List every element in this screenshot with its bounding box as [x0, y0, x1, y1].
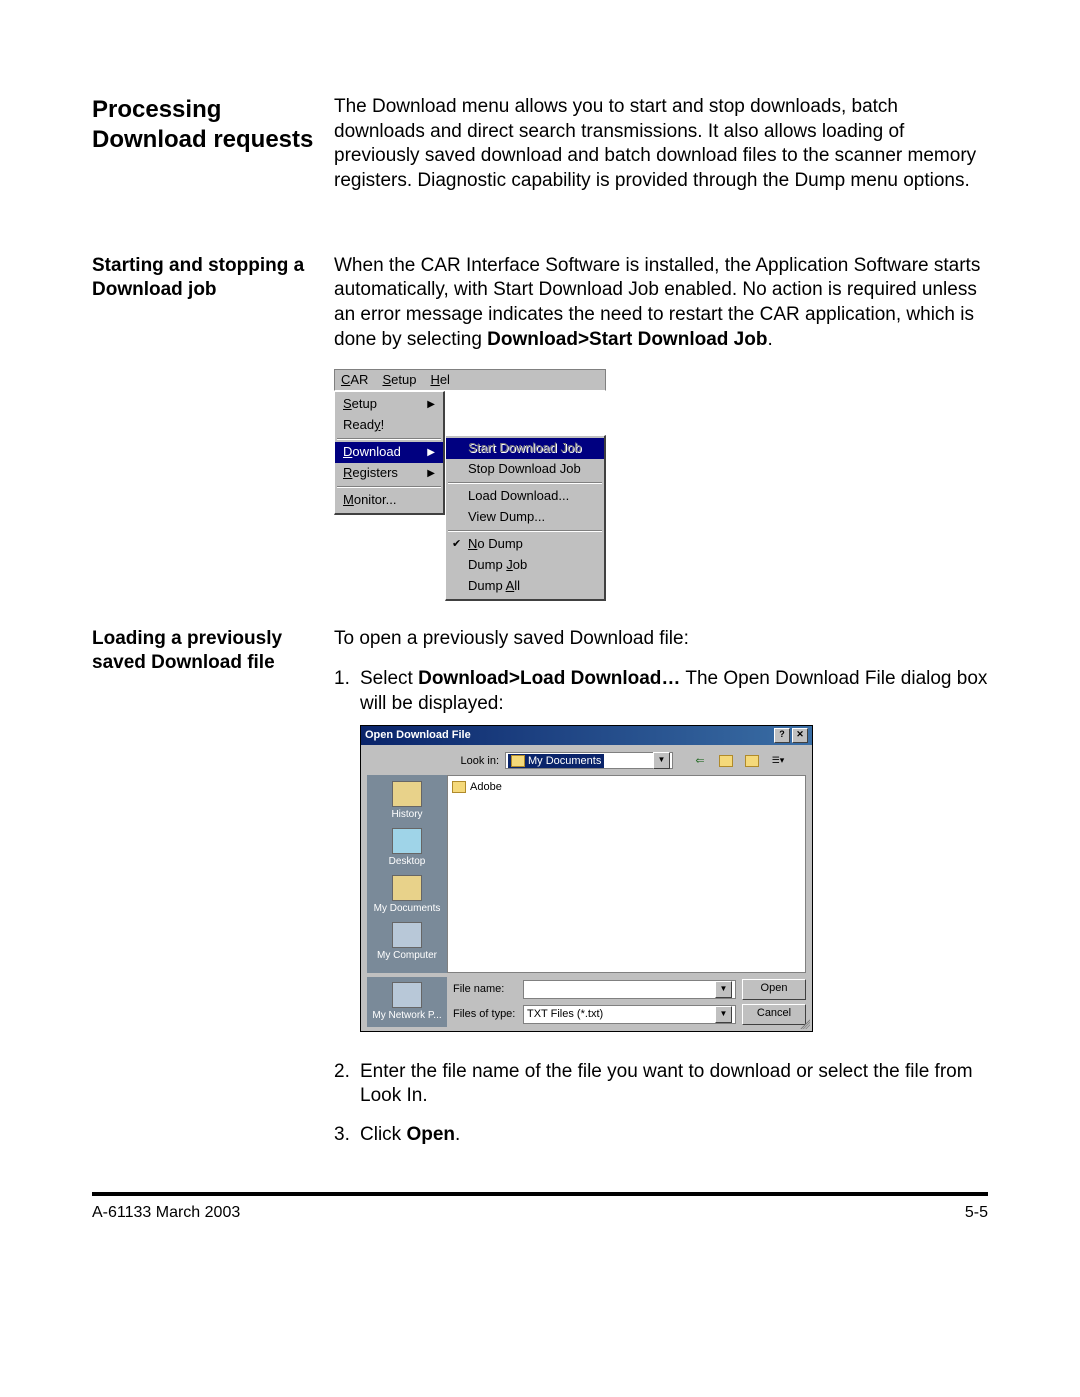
- menu-main: Setup▶ Ready! Download▶ Registers▶ Monit…: [334, 391, 445, 514]
- para-processing: The Download menu allows you to start an…: [334, 95, 988, 194]
- resize-grip-icon[interactable]: [798, 1017, 810, 1029]
- heading-load-file: Loading a previously saved Download file: [92, 627, 322, 676]
- step-3-text: Click Open.: [360, 1123, 988, 1148]
- place-desktop[interactable]: Desktop: [371, 826, 443, 871]
- step-1-num: 1.: [334, 667, 360, 1045]
- dialog-title: Open Download File: [365, 728, 471, 742]
- submenu-dump-all[interactable]: Dump All: [446, 576, 604, 597]
- menubar-car[interactable]: CAR: [341, 372, 368, 389]
- lookin-label: Look in:: [449, 754, 499, 768]
- menu-item-download[interactable]: Download▶: [335, 442, 443, 463]
- footer-rule: [92, 1192, 988, 1196]
- chevron-down-icon[interactable]: ▼: [715, 981, 732, 998]
- menu-item-setup[interactable]: Setup▶: [335, 394, 443, 415]
- heading-start-stop: Starting and stopping a Download job: [92, 254, 322, 303]
- para-load-intro: To open a previously saved Download file…: [334, 627, 988, 652]
- place-history[interactable]: History: [371, 779, 443, 824]
- menubar-help[interactable]: Hel: [430, 372, 450, 389]
- submenu-dump-job[interactable]: Dump Job: [446, 555, 604, 576]
- file-list-area[interactable]: Adobe: [447, 775, 806, 973]
- filetype-combo[interactable]: TXT Files (*.txt) ▼: [523, 1005, 736, 1024]
- footer-left: A-61133 March 2003: [92, 1204, 240, 1222]
- cancel-button[interactable]: Cancel: [742, 1004, 806, 1025]
- submenu-start[interactable]: Start Download Job: [446, 438, 604, 459]
- submenu-stop[interactable]: Stop Download Job: [446, 459, 604, 480]
- submenu-download: Start Download Job Stop Download Job Loa…: [445, 435, 606, 600]
- close-button[interactable]: ✕: [792, 728, 808, 743]
- filetype-label: Files of type:: [453, 1007, 517, 1021]
- open-button[interactable]: Open: [742, 979, 806, 1000]
- place-mydocs[interactable]: My Documents: [371, 873, 443, 918]
- chevron-down-icon[interactable]: ▼: [653, 752, 670, 769]
- open-file-dialog: Open Download File ? ✕ Look in:: [360, 725, 813, 1032]
- submenu-view-dump[interactable]: View Dump...: [446, 507, 604, 528]
- place-network[interactable]: My Network P...: [371, 982, 443, 1022]
- submenu-load[interactable]: Load Download...: [446, 486, 604, 507]
- step-2-text: Enter the file name of the file you want…: [360, 1060, 988, 1109]
- lookin-combo[interactable]: My Documents ▼: [505, 752, 673, 769]
- up-folder-icon[interactable]: [715, 751, 737, 771]
- chevron-down-icon[interactable]: ▼: [715, 1006, 732, 1023]
- help-button[interactable]: ?: [774, 728, 790, 743]
- file-item-adobe[interactable]: Adobe: [452, 780, 502, 794]
- menu-item-registers[interactable]: Registers▶: [335, 463, 443, 484]
- filename-input[interactable]: ▼: [523, 980, 736, 999]
- place-mycomputer[interactable]: My Computer: [371, 920, 443, 965]
- step-2-num: 2.: [334, 1060, 360, 1109]
- para-start-stop: When the CAR Interface Software is insta…: [334, 254, 988, 353]
- step-3-num: 3.: [334, 1123, 360, 1148]
- views-icon[interactable]: ☰▾: [767, 751, 789, 771]
- step-1-text: Select Download>Load Download… The Open …: [360, 667, 988, 716]
- folder-icon: [511, 755, 525, 767]
- folder-icon: [452, 781, 466, 793]
- places-bar: History Desktop My Documents My Computer: [367, 775, 447, 973]
- footer-right: 5-5: [965, 1204, 988, 1222]
- menubar-setup[interactable]: Setup: [382, 372, 416, 389]
- submenu-no-dump[interactable]: ✔No Dump: [446, 534, 604, 555]
- menu-screenshot: CAR Setup Hel Setup▶ Ready! Download▶ Re…: [334, 369, 606, 601]
- menu-item-monitor[interactable]: Monitor...: [335, 490, 443, 511]
- heading-processing: Processing Download requests: [92, 95, 322, 155]
- menu-item-ready[interactable]: Ready!: [335, 415, 443, 436]
- new-folder-icon[interactable]: [741, 751, 763, 771]
- back-icon[interactable]: ⇐: [689, 751, 711, 771]
- filename-label: File name:: [453, 982, 517, 996]
